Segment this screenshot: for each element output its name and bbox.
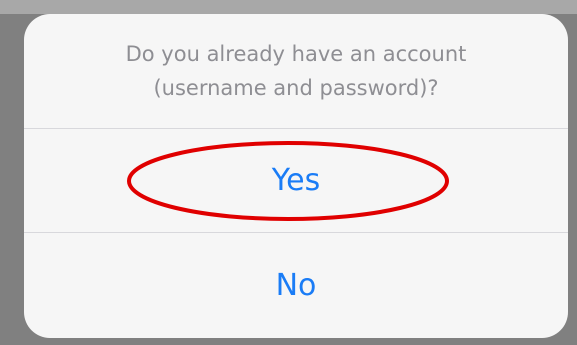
yes-button[interactable]: Yes	[24, 129, 568, 232]
backdrop-top-strip	[0, 0, 577, 14]
no-button-label: No	[275, 268, 317, 303]
account-dialog: Do you already have an account (username…	[24, 14, 568, 338]
message-line-1: Do you already have an account	[125, 42, 467, 66]
message-line-2: (username and password)?	[153, 76, 439, 100]
no-button[interactable]: No	[24, 233, 568, 338]
yes-button-label: Yes	[271, 163, 321, 198]
dialog-message: Do you already have an account (username…	[24, 14, 568, 128]
